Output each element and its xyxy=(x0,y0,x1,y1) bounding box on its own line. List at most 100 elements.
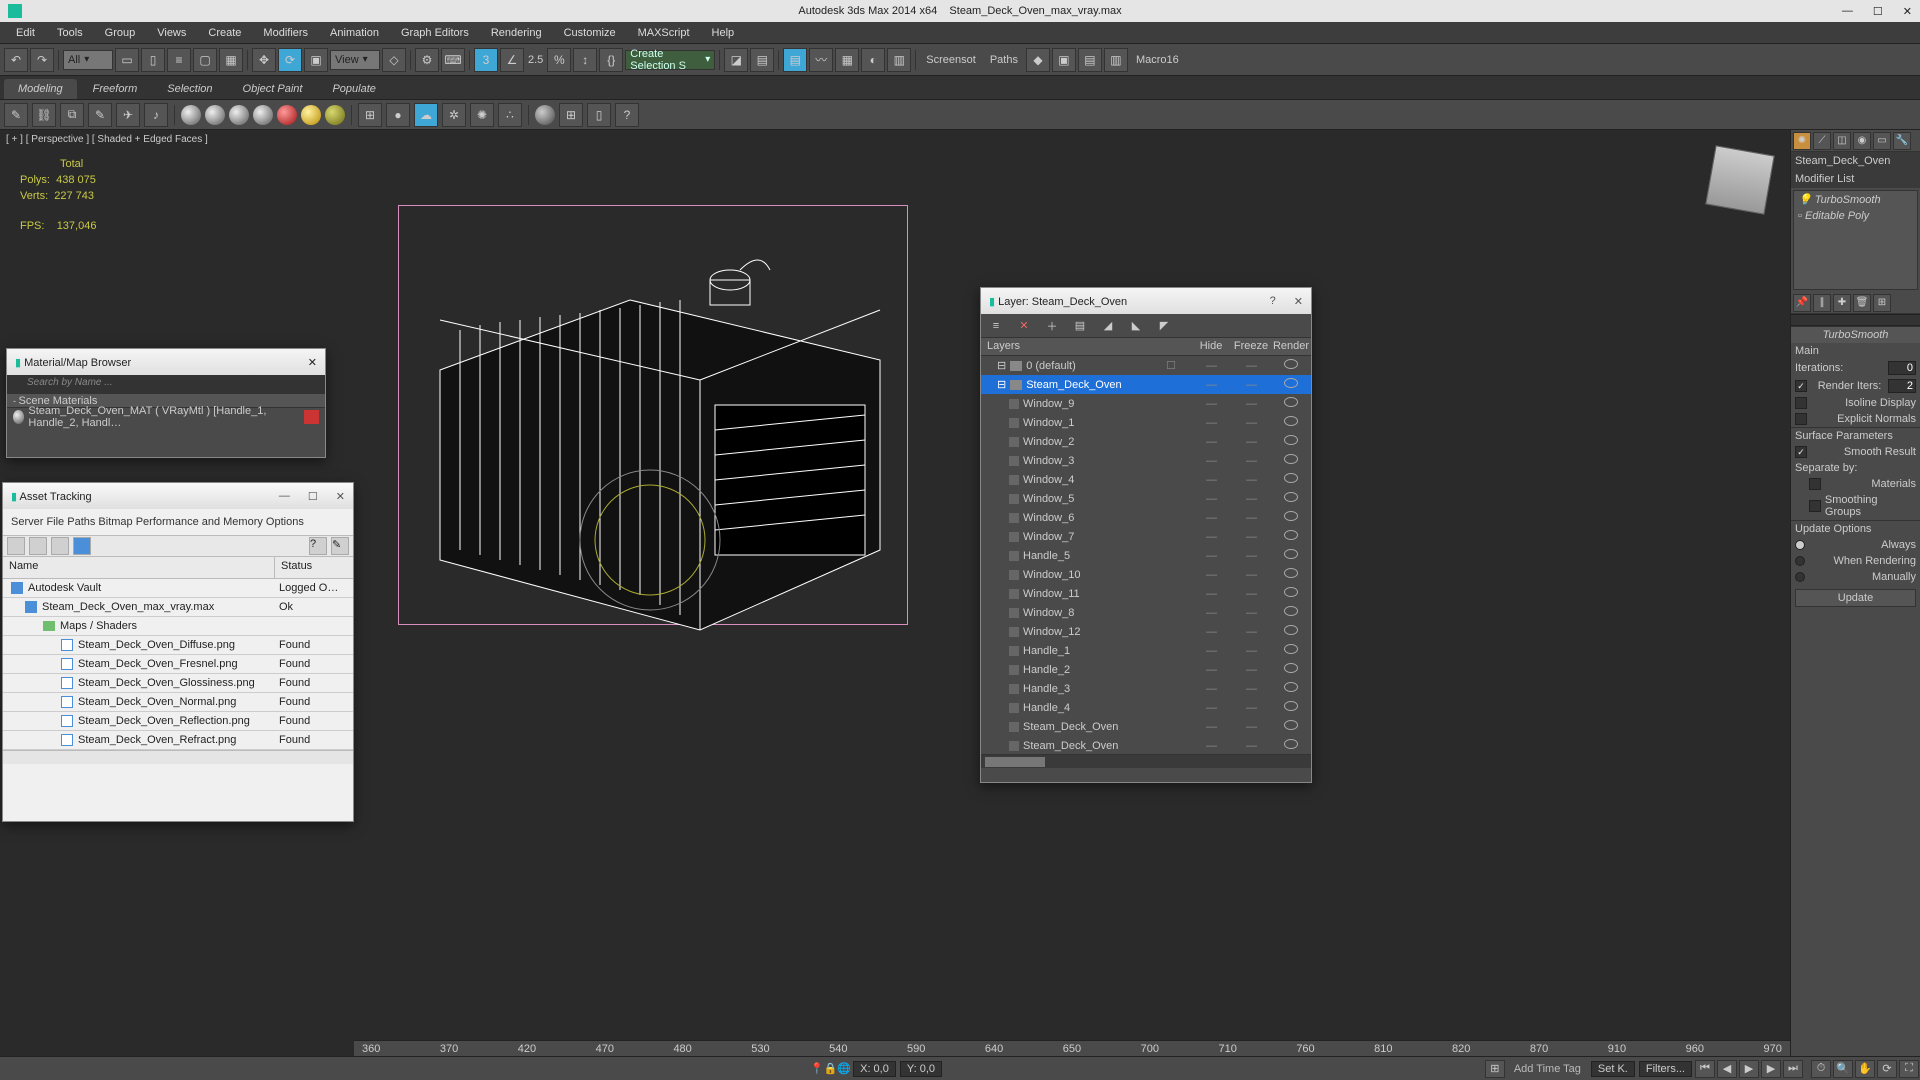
lock2-icon[interactable]: 🔒 xyxy=(824,1062,838,1075)
material-search-input[interactable]: Search by Name ... xyxy=(7,375,325,393)
sphere-icon[interactable]: ● xyxy=(386,103,410,127)
select-name-button[interactable]: ≡ xyxy=(167,48,191,72)
asset-options-button[interactable]: ✎ xyxy=(331,537,349,555)
nav-pan-button[interactable]: ✋ xyxy=(1855,1060,1875,1078)
asset-scrollbar[interactable] xyxy=(3,750,353,764)
move-button[interactable]: ✥ xyxy=(252,48,276,72)
manip-button[interactable]: ⚙ xyxy=(415,48,439,72)
angle-snap-button[interactable]: ∠ xyxy=(500,48,524,72)
modifier-turbosmooth[interactable]: 💡 TurboSmooth xyxy=(1794,191,1917,208)
layer-row[interactable]: Window_8—— xyxy=(981,603,1311,622)
menu-create[interactable]: Create xyxy=(198,25,251,41)
asset-close-button[interactable]: ✕ xyxy=(336,490,345,503)
layer-row[interactable]: Window_1—— xyxy=(981,413,1311,432)
asset-row[interactable]: Steam_Deck_Oven_Fresnel.pngFound xyxy=(3,655,353,674)
layer-delete-button[interactable]: ✕ xyxy=(1015,317,1033,335)
layer-row[interactable]: Steam_Deck_Oven—— xyxy=(981,736,1311,754)
eyedrop-button[interactable]: ✎ xyxy=(88,103,112,127)
spinner-snap-button[interactable]: ↕ xyxy=(573,48,597,72)
asset-menubar[interactable]: Server File Paths Bitmap Performance and… xyxy=(3,509,353,535)
layer-sel-obj-button[interactable]: ▤ xyxy=(1071,317,1089,335)
asset-row[interactable]: Steam_Deck_Oven_Normal.pngFound xyxy=(3,693,353,712)
mirror-button[interactable]: ◪ xyxy=(724,48,748,72)
material-browser-titlebar[interactable]: ▮ Material/Map Browser ✕ xyxy=(7,349,325,375)
snap-button[interactable]: 3 xyxy=(474,48,498,72)
asset-row[interactable]: Steam_Deck_Oven_Reflection.pngFound xyxy=(3,712,353,731)
percent-snap-button[interactable]: % xyxy=(547,48,571,72)
key-filters-button[interactable]: Filters... xyxy=(1639,1061,1692,1077)
menu-help[interactable]: Help xyxy=(702,25,745,41)
asset-refresh-button[interactable] xyxy=(7,537,25,555)
mat-ball-multi[interactable] xyxy=(205,105,225,125)
layer-scrollbar[interactable] xyxy=(981,754,1311,768)
layer-row[interactable]: Window_10—— xyxy=(981,565,1311,584)
isoline-checkbox[interactable] xyxy=(1795,397,1807,409)
select-button[interactable]: ▯ xyxy=(141,48,165,72)
tab-selection[interactable]: Selection xyxy=(153,79,226,99)
layer-row[interactable]: Window_9—— xyxy=(981,394,1311,413)
layer-help-button[interactable]: ? xyxy=(1270,295,1276,308)
prev-frame-button[interactable]: ◀ xyxy=(1717,1060,1737,1078)
t1-button[interactable]: ◆ xyxy=(1026,48,1050,72)
tab-populate[interactable]: Populate xyxy=(318,79,389,99)
asset-row[interactable]: Steam_Deck_Oven_Refract.pngFound xyxy=(3,731,353,750)
align-button[interactable]: ▤ xyxy=(750,48,774,72)
viewcube[interactable] xyxy=(1705,145,1775,215)
display-tab[interactable]: ▭ xyxy=(1873,132,1891,150)
modifier-editable-poly[interactable]: ▫ Editable Poly xyxy=(1794,208,1917,224)
tab-freeform[interactable]: Freeform xyxy=(79,79,152,99)
rect-region-button[interactable]: ▢ xyxy=(193,48,217,72)
asset-list-button[interactable] xyxy=(51,537,69,555)
menu-group[interactable]: Group xyxy=(95,25,146,41)
t3-button[interactable]: ▤ xyxy=(1078,48,1102,72)
material-browser-close-button[interactable]: ✕ xyxy=(308,356,317,369)
time-tag-icon[interactable]: ⊞ xyxy=(1485,1060,1505,1078)
redo-button[interactable]: ↷ xyxy=(30,48,54,72)
rotate-button[interactable]: ⟳ xyxy=(278,48,302,72)
modifier-stack[interactable]: 💡 TurboSmooth ▫ Editable Poly xyxy=(1793,190,1918,290)
lock-icon[interactable]: 📍 xyxy=(810,1062,824,1075)
layer-list[interactable]: ⊟ 0 (default)☐——⊟ Steam_Deck_Oven—— Wind… xyxy=(981,356,1311,754)
menu-edit[interactable]: Edit xyxy=(6,25,45,41)
object-name[interactable]: Steam_Deck_Oven xyxy=(1791,152,1920,170)
asset-row[interactable]: Steam_Deck_Oven_Glossiness.pngFound xyxy=(3,674,353,693)
layer-row[interactable]: Window_2—— xyxy=(981,432,1311,451)
pivot-button[interactable]: ◇ xyxy=(382,48,406,72)
nav-max-button[interactable]: ⛶ xyxy=(1899,1060,1919,1078)
hierarchy-tab[interactable]: ◫ xyxy=(1833,132,1851,150)
schematic-button[interactable]: ▦ xyxy=(835,48,859,72)
asset-row[interactable]: Autodesk VaultLogged O… xyxy=(3,579,353,598)
menu-graph editors[interactable]: Graph Editors xyxy=(391,25,479,41)
gear-icon[interactable]: ✲ xyxy=(442,103,466,127)
render-iters-checkbox[interactable]: ✓ xyxy=(1795,380,1807,392)
asset-row[interactable]: Maps / Shaders xyxy=(3,617,353,636)
layer-row[interactable]: Window_5—— xyxy=(981,489,1311,508)
smooth-result-checkbox[interactable]: ✓ xyxy=(1795,446,1807,458)
asset-tracking-titlebar[interactable]: ▮ Asset Tracking —☐✕ xyxy=(3,483,353,509)
play-button[interactable]: ▶ xyxy=(1739,1060,1759,1078)
layer-panel-titlebar[interactable]: ▮ Layer: Steam_Deck_Oven ?✕ xyxy=(981,288,1311,314)
menu-modifiers[interactable]: Modifiers xyxy=(253,25,318,41)
layer-row[interactable]: Window_7—— xyxy=(981,527,1311,546)
menu-rendering[interactable]: Rendering xyxy=(481,25,552,41)
curve-editor-button[interactable]: 〰 xyxy=(809,48,833,72)
t4-button[interactable]: ▥ xyxy=(1104,48,1128,72)
layer-row[interactable]: Window_3—— xyxy=(981,451,1311,470)
minimize-button[interactable]: — xyxy=(1842,5,1853,18)
tab-modeling[interactable]: Modeling xyxy=(4,79,77,99)
globe-icon[interactable]: 🌐 xyxy=(837,1062,851,1075)
named-selection-dropdown[interactable]: Create Selection S▾ xyxy=(625,50,715,70)
smoothing-groups-checkbox[interactable] xyxy=(1809,500,1821,512)
utilities-tab[interactable]: 🔧 xyxy=(1893,132,1911,150)
spray-button[interactable]: ∴ xyxy=(498,103,522,127)
selection-filter-dropdown[interactable]: All▾ xyxy=(63,50,113,70)
t2-button[interactable]: ▣ xyxy=(1052,48,1076,72)
cloud-button[interactable]: ☁ xyxy=(414,103,438,127)
window-crossing-button[interactable]: ▦ xyxy=(219,48,243,72)
time-config-button[interactable]: ⏱ xyxy=(1811,1060,1831,1078)
menu-animation[interactable]: Animation xyxy=(320,25,389,41)
menu-customize[interactable]: Customize xyxy=(554,25,626,41)
layer-freeze-button[interactable]: ◤ xyxy=(1155,317,1173,335)
layer-row[interactable]: Window_6—— xyxy=(981,508,1311,527)
iterations-spinner[interactable]: 0 xyxy=(1888,361,1916,375)
